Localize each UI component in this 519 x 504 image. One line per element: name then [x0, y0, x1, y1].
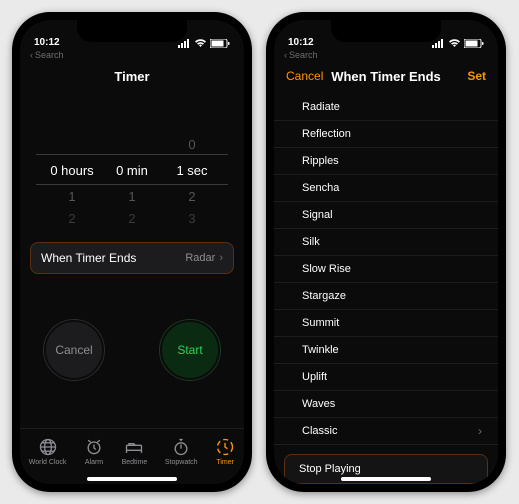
tab-timer[interactable]: Timer	[215, 437, 235, 466]
cancel-button[interactable]: Cancel	[286, 62, 323, 90]
timer-buttons: Cancel Start	[20, 320, 244, 380]
minutes-column[interactable]: 0 min 1 2	[102, 114, 162, 224]
sound-label: Waves	[302, 398, 335, 410]
duration-picker[interactable]: 0 hours 1 2 0 min 1 2 0 1 sec 2 3	[20, 114, 244, 224]
stop-playing-label: Stop Playing	[299, 463, 361, 475]
notch	[331, 20, 441, 42]
tab-alarm[interactable]: Alarm	[84, 437, 104, 466]
sound-item[interactable]: Waves	[274, 391, 498, 418]
alarm-icon	[84, 437, 104, 457]
sound-label: Summit	[302, 317, 339, 329]
timer-icon	[215, 437, 235, 457]
minutes-selected: 0 min	[102, 156, 162, 186]
sound-label: Signal	[302, 209, 333, 221]
tab-label: Stopwatch	[165, 459, 198, 466]
stopwatch-icon	[171, 437, 191, 457]
sound-item[interactable]: Summit	[274, 310, 498, 337]
back-label: Search	[35, 50, 64, 60]
tab-label: World Clock	[29, 459, 67, 466]
page-title: When Timer Ends	[331, 69, 441, 84]
hours-column[interactable]: 0 hours 1 2	[42, 114, 102, 224]
notch	[77, 20, 187, 42]
chevron-right-icon: ›	[478, 424, 482, 438]
page-title: Timer	[114, 69, 149, 84]
sound-label: Radiate	[302, 101, 340, 113]
sound-item[interactable]: Stargaze	[274, 283, 498, 310]
sound-item[interactable]: Silk	[274, 229, 498, 256]
wifi-icon	[448, 39, 461, 48]
sound-label: Uplift	[302, 371, 327, 383]
navbar: Timer	[20, 62, 244, 90]
sound-label: Ripples	[302, 155, 339, 167]
sound-label: Slow Rise	[302, 263, 351, 275]
home-indicator[interactable]	[87, 477, 177, 481]
status-time: 10:12	[34, 37, 60, 48]
ends-value-wrap: Radar ›	[185, 252, 223, 264]
seconds-column[interactable]: 0 1 sec 2 3	[162, 114, 222, 224]
sound-label: Stargaze	[302, 290, 346, 302]
signal-icon	[178, 39, 191, 48]
sound-item[interactable]: Classic ›	[274, 418, 498, 445]
when-timer-ends-row[interactable]: When Timer Ends Radar ›	[30, 242, 234, 274]
wifi-icon	[194, 39, 207, 48]
tab-label: Alarm	[85, 459, 103, 466]
status-time: 10:12	[288, 37, 314, 48]
sound-item[interactable]: Slow Rise	[274, 256, 498, 283]
tab-bar: World Clock Alarm Bedtime Stopwatch Time…	[20, 428, 244, 484]
sound-label: Sencha	[302, 182, 339, 194]
status-indicators	[432, 39, 484, 48]
status-indicators	[178, 39, 230, 48]
start-label: Start	[177, 343, 202, 357]
phone-left: 10:12 ‹ Search Timer 0 hours 1 2	[12, 12, 252, 492]
ends-label: When Timer Ends	[41, 251, 136, 265]
set-button[interactable]: Set	[467, 62, 486, 90]
bed-icon	[124, 437, 144, 457]
back-label: Search	[289, 50, 318, 60]
sound-item[interactable]: Ripples	[274, 148, 498, 175]
seconds-selected: 1 sec	[162, 156, 222, 186]
back-to-search[interactable]: ‹ Search	[20, 50, 244, 62]
tab-label: Bedtime	[122, 459, 148, 466]
battery-icon	[464, 39, 484, 48]
chevron-left-icon: ‹	[30, 50, 33, 60]
tab-bedtime[interactable]: Bedtime	[122, 437, 148, 466]
sound-label: Twinkle	[302, 344, 339, 356]
sound-label: Reflection	[302, 128, 351, 140]
chevron-left-icon: ‹	[284, 50, 287, 60]
sound-label: Silk	[302, 236, 320, 248]
sound-item[interactable]: Radiate	[274, 94, 498, 121]
hours-selected: 0 hours	[42, 156, 102, 186]
home-indicator[interactable]	[341, 477, 431, 481]
back-to-search[interactable]: ‹ Search	[274, 50, 498, 62]
battery-icon	[210, 39, 230, 48]
sound-item[interactable]: Signal	[274, 202, 498, 229]
chevron-right-icon: ›	[219, 252, 223, 264]
sound-picker-content: Radiate Reflection Ripples Sencha Signal Silk…	[274, 90, 498, 484]
screen: 10:12 ‹ Search Timer 0 hours 1 2	[20, 20, 244, 484]
sound-item[interactable]: Sencha	[274, 175, 498, 202]
globe-icon	[38, 437, 58, 457]
tab-stopwatch[interactable]: Stopwatch	[165, 437, 198, 466]
sound-item[interactable]: Uplift	[274, 364, 498, 391]
phone-right: 10:12 ‹ Search Cancel When Timer Ends Se…	[266, 12, 506, 492]
cancel-label: Cancel	[55, 343, 92, 357]
navbar: Cancel When Timer Ends Set	[274, 62, 498, 90]
sound-item[interactable]: Reflection	[274, 121, 498, 148]
ends-value: Radar	[185, 252, 215, 264]
sound-item[interactable]: Twinkle	[274, 337, 498, 364]
cancel-button[interactable]: Cancel	[44, 320, 104, 380]
screen: 10:12 ‹ Search Cancel When Timer Ends Se…	[274, 20, 498, 484]
timer-content: 0 hours 1 2 0 min 1 2 0 1 sec 2 3	[20, 90, 244, 428]
start-button[interactable]: Start	[160, 320, 220, 380]
signal-icon	[432, 39, 445, 48]
sound-label: Classic	[302, 425, 337, 437]
tab-label: Timer	[216, 459, 234, 466]
sound-list[interactable]: Radiate Reflection Ripples Sencha Signal Silk…	[274, 90, 498, 446]
tab-world-clock[interactable]: World Clock	[29, 437, 67, 466]
